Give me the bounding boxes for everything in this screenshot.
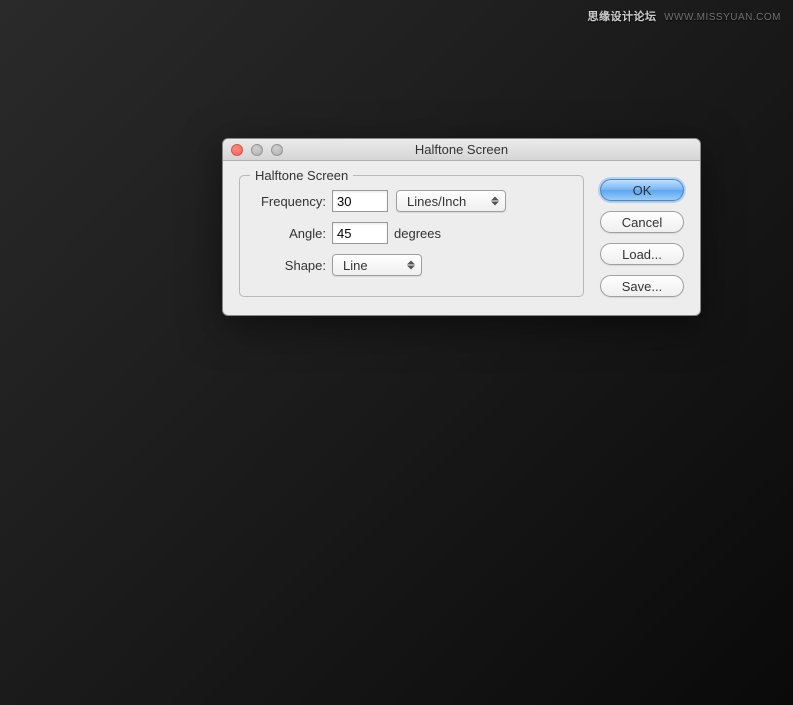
shape-select[interactable]: Line [332, 254, 422, 276]
save-button-label: Save... [622, 279, 662, 294]
frequency-label: Frequency: [254, 194, 332, 209]
frequency-unit-value: Lines/Inch [407, 194, 466, 209]
dialog-titlebar[interactable]: Halftone Screen [223, 139, 700, 161]
ok-button-label: OK [633, 183, 652, 198]
load-button-label: Load... [622, 247, 662, 262]
shape-select-wrap: Line [332, 254, 422, 276]
shape-value: Line [343, 258, 368, 273]
angle-input[interactable] [332, 222, 388, 244]
load-button[interactable]: Load... [600, 243, 684, 265]
watermark-chinese: 思缘设计论坛 [588, 11, 657, 23]
halftone-fieldset: Halftone Screen Frequency: Lines/Inch An… [239, 175, 584, 297]
frequency-row: Frequency: Lines/Inch [254, 190, 569, 212]
cancel-button[interactable]: Cancel [600, 211, 684, 233]
save-button[interactable]: Save... [600, 275, 684, 297]
watermark: 思缘设计论坛 WWW.MISSYUAN.COM [588, 8, 781, 24]
watermark-url: WWW.MISSYUAN.COM [664, 12, 781, 23]
updown-arrows-icon [491, 197, 499, 206]
dialog-title: Halftone Screen [231, 142, 692, 157]
button-column: OK Cancel Load... Save... [600, 175, 684, 297]
halftone-dialog: Halftone Screen Halftone Screen Frequenc… [222, 138, 701, 316]
background-image [0, 0, 793, 705]
cancel-button-label: Cancel [622, 215, 662, 230]
ok-button[interactable]: OK [600, 179, 684, 201]
frequency-unit-select[interactable]: Lines/Inch [396, 190, 506, 212]
angle-row: Angle: degrees [254, 222, 569, 244]
updown-arrows-icon [407, 261, 415, 270]
shape-label: Shape: [254, 258, 332, 273]
dialog-body: Halftone Screen Frequency: Lines/Inch An… [223, 161, 700, 315]
frequency-unit-select-wrap: Lines/Inch [396, 190, 506, 212]
fieldset-legend: Halftone Screen [250, 168, 353, 183]
frequency-input[interactable] [332, 190, 388, 212]
shape-row: Shape: Line [254, 254, 569, 276]
angle-label: Angle: [254, 226, 332, 241]
angle-unit-text: degrees [394, 226, 441, 241]
